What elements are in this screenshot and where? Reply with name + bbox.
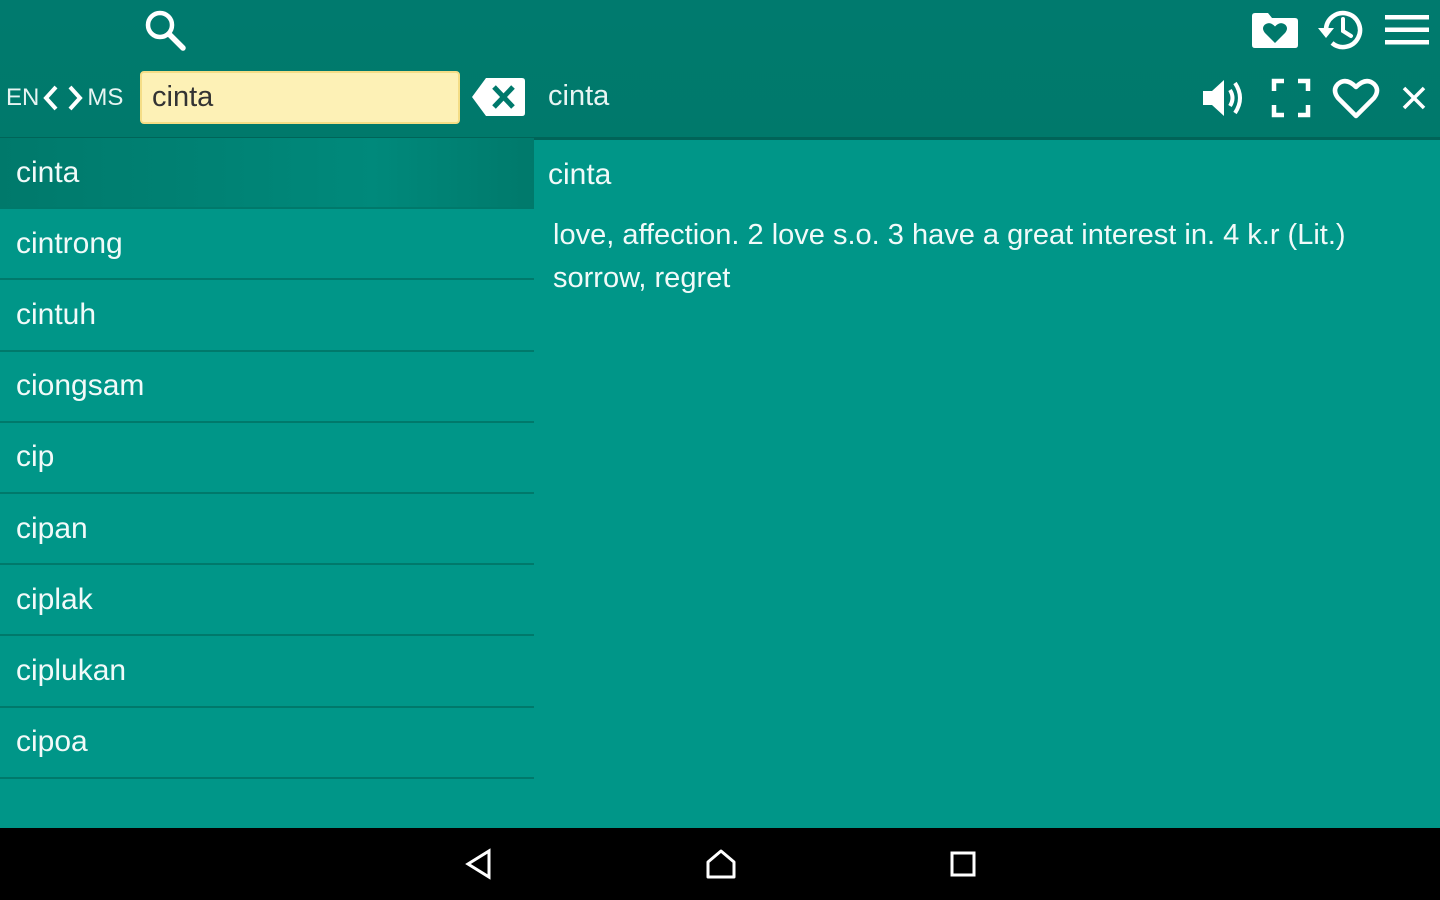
backspace-clear-icon [472,78,525,116]
search-icon [145,10,186,51]
add-favorite-button[interactable] [1328,72,1384,124]
word-list-item[interactable]: cip [0,423,534,494]
pronounce-button[interactable] [1196,72,1252,124]
word-list-item[interactable]: ciplak [0,565,534,637]
chevron-left-icon[interactable] [39,78,63,118]
heart-outline-icon [1332,78,1380,119]
nav-back-button[interactable] [452,838,506,890]
definition-text: love, affection. 2 love s.o. 3 have a gr… [553,219,1346,294]
word-list: cinta cintrong cintuh ciongsam cip cipan cipla… [0,138,534,828]
close-definition-button[interactable] [1392,72,1436,124]
search-button[interactable] [138,4,192,56]
definition-panel: cinta love, affection. 2 love s.o. 3 hav… [534,138,1440,828]
favorites-folder-button[interactable] [1246,4,1304,56]
clear-search-button[interactable] [470,74,526,120]
word-list-item[interactable]: ciplukan [0,636,534,708]
source-language-label: EN [6,84,40,111]
word-list-item[interactable]: ciongsam [0,352,534,423]
word-list-item[interactable]: cinta [0,138,534,210]
app-header: EN MS cinta [0,0,1440,140]
history-icon [1318,10,1363,50]
chevron-right-icon[interactable] [63,78,87,118]
hamburger-menu-icon [1385,15,1429,45]
speaker-icon [1203,80,1242,116]
current-word-title: cinta [548,80,610,112]
system-navigation-bar [0,828,1440,900]
search-input[interactable] [140,71,460,124]
fullscreen-button[interactable] [1264,72,1318,124]
recents-square-icon [950,851,976,877]
language-switcher: EN MS [6,78,123,118]
home-icon [706,849,736,879]
word-list-item[interactable]: cipoa [0,708,534,779]
menu-button[interactable] [1378,4,1436,56]
definition-word: cinta [548,158,612,191]
history-button[interactable] [1312,4,1370,56]
nav-recents-button[interactable] [936,838,990,890]
target-language-label: MS [87,84,124,111]
fullscreen-icon [1271,78,1311,118]
word-list-item[interactable]: cintrong [0,209,534,281]
word-list-item[interactable]: cintuh [0,280,534,352]
back-triangle-icon [465,848,491,880]
nav-home-button[interactable] [694,838,748,890]
word-list-item[interactable]: cipan [0,494,534,566]
heart-folder-icon [1252,13,1298,48]
close-icon [1402,86,1426,110]
